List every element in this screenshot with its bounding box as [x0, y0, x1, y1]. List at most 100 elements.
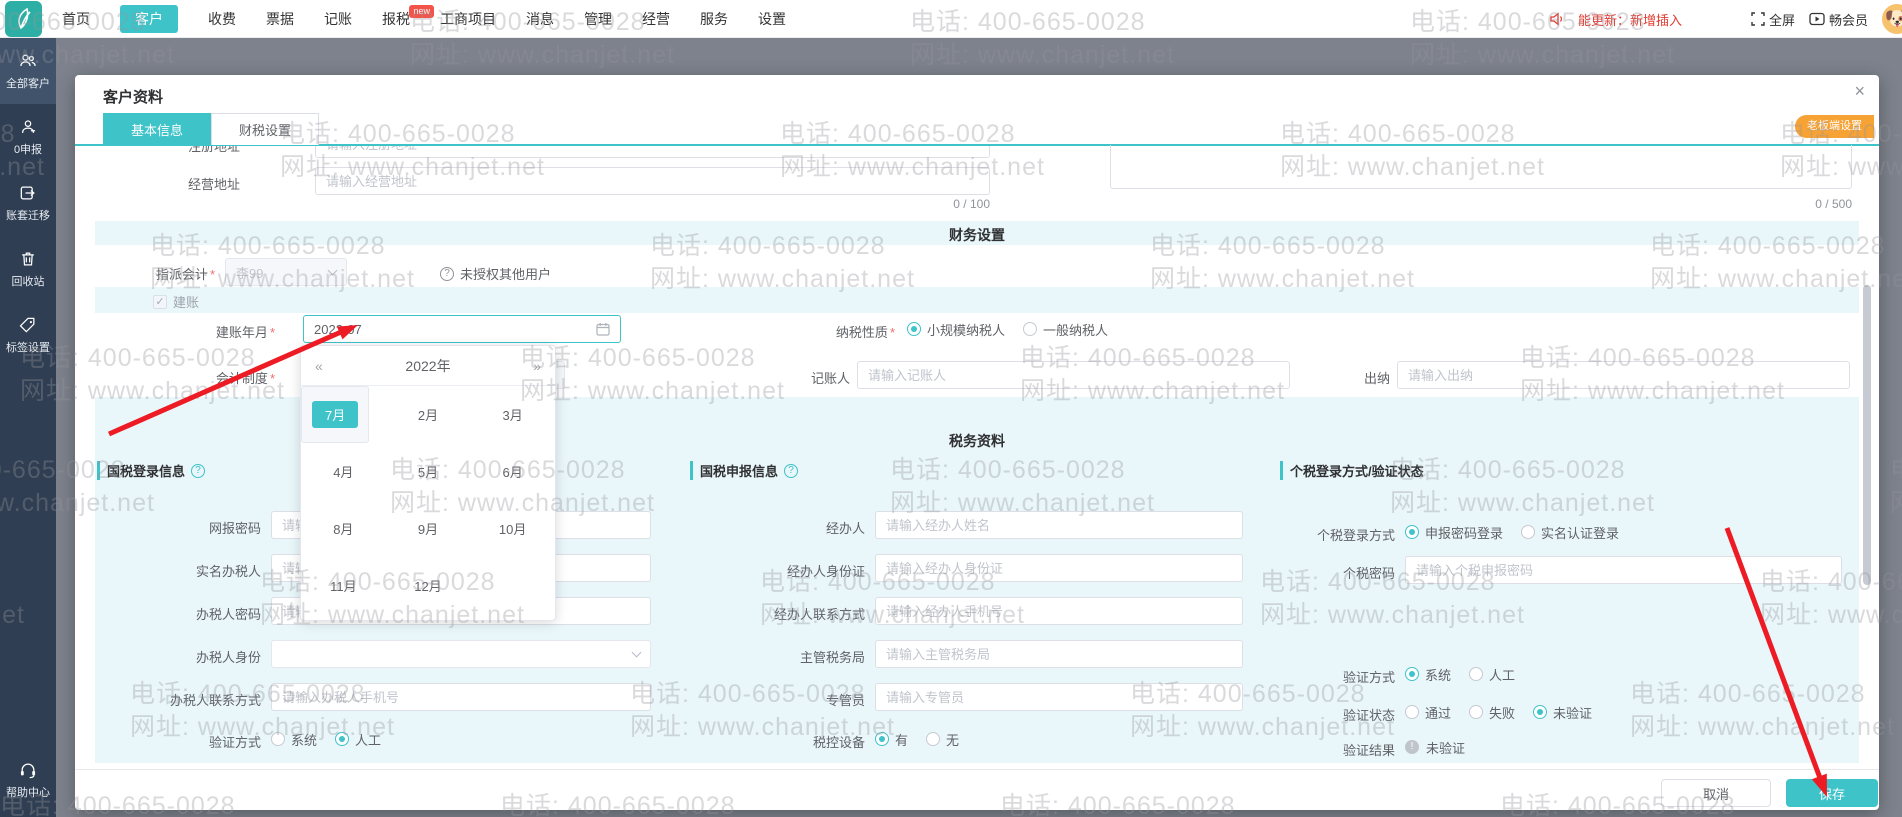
- radio-人工[interactable]: 人工: [335, 730, 381, 749]
- field-label: 办税人联系方式: [169, 693, 261, 708]
- month-cell-7[interactable]: 7月: [301, 386, 370, 443]
- month-cell-2[interactable]: 2月: [386, 386, 471, 443]
- field-label: 个税登录方式: [1316, 528, 1395, 543]
- business-address-input[interactable]: [315, 167, 990, 195]
- radio-on-icon: [1405, 525, 1419, 539]
- checkbox-checked-icon: ✓: [153, 294, 167, 309]
- create-account-checkbox[interactable]: ✓ 建账: [153, 292, 199, 311]
- bookkeeper-input[interactable]: [857, 361, 1290, 389]
- radio-有[interactable]: 有: [875, 730, 908, 749]
- sidebar-item-2[interactable]: 账套迁移: [0, 170, 56, 236]
- radio-通过[interactable]: 通过: [1405, 703, 1451, 722]
- registered-address-input[interactable]: [315, 146, 990, 158]
- month-cell-4[interactable]: 4月: [301, 443, 386, 500]
- nav-item-7[interactable]: 消息: [526, 9, 554, 29]
- next-year-icon[interactable]: »: [533, 358, 541, 374]
- month-cell-6[interactable]: 6月: [470, 443, 555, 500]
- radio-申报密码登录[interactable]: 申报密码登录: [1405, 523, 1503, 542]
- 经办人-input[interactable]: [875, 511, 1243, 539]
- sidebar-item-4[interactable]: 标签设置: [0, 302, 56, 368]
- accountant-select[interactable]: 李99: [225, 258, 347, 286]
- month-cell-8[interactable]: 8月: [301, 500, 386, 557]
- prev-year-icon[interactable]: «: [315, 358, 323, 374]
- tax-column-title-0: 国税登录信息?: [97, 461, 206, 480]
- unauthorized-tip: ? 未授权其他用户: [440, 264, 551, 283]
- speaker-icon: [1550, 12, 1562, 26]
- period-input[interactable]: 2022-07: [303, 315, 621, 343]
- sidebar-item-3[interactable]: 回收站: [0, 236, 56, 302]
- radio-off-icon: [1405, 705, 1419, 719]
- nav-item-9[interactable]: 经营: [642, 9, 670, 29]
- modal-tabs: 基本信息 财税设置: [103, 113, 319, 145]
- cancel-button[interactable]: 取消: [1661, 779, 1771, 807]
- tab-finance-tax[interactable]: 财税设置: [211, 113, 319, 145]
- radio-人工[interactable]: 人工: [1469, 665, 1515, 684]
- boss-settings-button[interactable]: 老板端设置: [1795, 115, 1874, 138]
- customer-profile-modal: × 客户资料 基本信息 财税设置 老板端设置 注册地址 0 / 500 经营地址…: [75, 75, 1879, 810]
- radio-未验证[interactable]: 未验证: [1533, 703, 1592, 722]
- nav-item-11[interactable]: 设置: [758, 9, 786, 29]
- cashier-input[interactable]: [1397, 361, 1850, 389]
- radio-系统[interactable]: 系统: [1405, 665, 1451, 684]
- nav-item-4[interactable]: 记账: [324, 9, 352, 29]
- remark-textarea[interactable]: [1110, 145, 1852, 189]
- field-label: 经办人联系方式: [773, 607, 865, 622]
- announcement-ticker[interactable]: 功能更新：新增插入: [1579, 10, 1737, 29]
- 经办人联系方式-input[interactable]: [875, 597, 1243, 625]
- tax-column-title-2: 个税登录方式/验证状态: [1280, 461, 1424, 480]
- month-cell-9[interactable]: 9月: [386, 500, 471, 557]
- question-icon[interactable]: ?: [440, 266, 454, 281]
- tab-basic-info[interactable]: 基本信息: [103, 113, 211, 145]
- 经办人身份证-input[interactable]: [875, 554, 1243, 582]
- radio-无[interactable]: 无: [926, 730, 959, 749]
- radio-实名认证登录[interactable]: 实名认证登录: [1521, 523, 1619, 542]
- 主管税务局-input[interactable]: [875, 640, 1243, 668]
- month-cell-11[interactable]: 11月: [301, 557, 386, 614]
- nav-item-3[interactable]: 票据: [266, 9, 294, 29]
- radio-off-icon: [1469, 705, 1484, 719]
- nav-item-10[interactable]: 服务: [700, 9, 728, 29]
- nav-item-2[interactable]: 收费: [208, 9, 236, 29]
- save-button[interactable]: 保存: [1786, 779, 1878, 807]
- 办税人身份-select[interactable]: [271, 640, 651, 668]
- address-counter: 0 / 100: [953, 197, 990, 211]
- nav-item-6[interactable]: 工商项目: [440, 9, 496, 29]
- month-cell-5[interactable]: 5月: [386, 443, 471, 500]
- radio-general[interactable]: 一般纳税人: [1023, 320, 1108, 339]
- nav-item-5[interactable]: 报税 new: [382, 5, 434, 29]
- nav-item-1[interactable]: 客户: [120, 5, 178, 33]
- radio-系统[interactable]: 系统: [271, 730, 317, 749]
- app-logo[interactable]: [5, 1, 42, 37]
- create-account-band: [95, 287, 1859, 313]
- user-avatar[interactable]: 🐶: [1882, 4, 1902, 34]
- 专管员-input[interactable]: [875, 683, 1243, 711]
- modal-title: 客户资料: [103, 89, 164, 106]
- member-button[interactable]: 畅会员: [1809, 10, 1868, 29]
- radio-small-scale[interactable]: 小规模纳税人: [907, 320, 1005, 339]
- nav-item-0[interactable]: 首页: [62, 9, 90, 29]
- field-label: 验证结果: [1342, 743, 1395, 758]
- 个税密码-input[interactable]: [1405, 556, 1842, 584]
- fullscreen-button[interactable]: 全屏: [1751, 10, 1795, 29]
- month-cell-12[interactable]: 12月: [386, 557, 471, 614]
- sidebar-item-0[interactable]: 全部客户: [0, 38, 56, 104]
- field-label: 经办人身份证: [786, 564, 865, 579]
- users-icon: [18, 51, 38, 71]
- sidebar-item-help[interactable]: 帮助中心: [0, 747, 56, 813]
- radio-失败[interactable]: 失败: [1469, 703, 1515, 722]
- question-icon[interactable]: ?: [784, 463, 799, 478]
- radio-on-icon: [1405, 667, 1419, 681]
- sidebar-item-1[interactable]: 0申报: [0, 104, 56, 170]
- calendar-icon[interactable]: [596, 322, 610, 336]
- 办税人联系方式-input[interactable]: [271, 683, 651, 711]
- sidebar-item-label: 账套迁移: [6, 210, 50, 222]
- month-cell-10[interactable]: 10月: [470, 500, 555, 557]
- headset-icon: [18, 760, 38, 780]
- close-icon[interactable]: ×: [1854, 81, 1865, 102]
- nav-item-8[interactable]: 管理: [584, 9, 612, 29]
- question-icon[interactable]: ?: [191, 463, 206, 478]
- period-label: 建账年月 *: [215, 325, 275, 340]
- vertical-scrollbar-thumb[interactable]: [1863, 285, 1871, 585]
- sidebar-item-label: 全部客户: [6, 78, 50, 90]
- month-cell-3[interactable]: 3月: [470, 386, 555, 443]
